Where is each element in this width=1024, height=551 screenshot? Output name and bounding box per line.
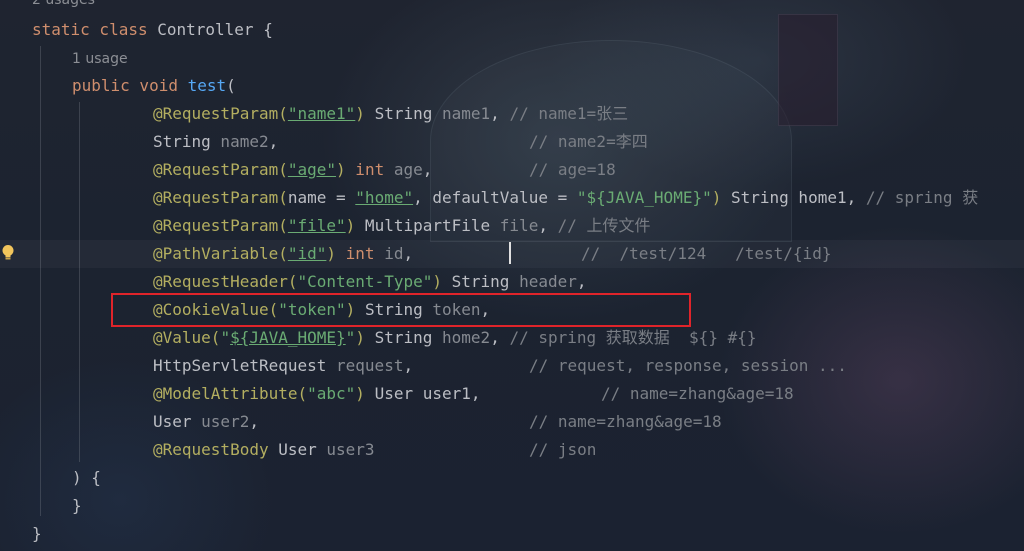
annotation: @PathVariable( — [153, 244, 288, 263]
keyword: public void — [72, 76, 178, 95]
text-caret — [509, 242, 511, 264]
code-line-param-file: @RequestParam("file") MultipartFile file… — [153, 216, 651, 235]
comment: // request, response, session ... — [529, 356, 847, 375]
code-line-method-declaration: public void test( — [72, 76, 236, 95]
comment: // name2=李四 — [529, 132, 648, 151]
code-line-param-user3: @RequestBody User user3// json — [153, 436, 1024, 464]
method-name: test — [187, 76, 227, 95]
code-line-class-declaration: static class Controller { — [32, 16, 1024, 44]
comment: // name=zhang&age=18 — [529, 412, 722, 431]
indent-guide — [40, 46, 41, 516]
code-line-class-close: } — [32, 524, 42, 543]
string-literal: "home" — [355, 188, 414, 207]
indent-guide — [79, 102, 80, 462]
string-literal: "${JAVA_HOME}" — [576, 188, 712, 207]
annotation: @RequestParam( — [153, 188, 288, 207]
comment: // spring 获 — [865, 188, 979, 207]
comment: // name=zhang&age=18 — [601, 384, 794, 403]
code-editor[interactable]: 2 usages static class Controller { 1 usa… — [0, 0, 1024, 551]
code-line-param-id: @PathVariable("id") int id,// /test/124 … — [153, 240, 1024, 268]
string-literal: ${JAVA_HOME} — [230, 328, 346, 347]
comment: // 上传文件 — [557, 216, 651, 235]
string-literal: "age" — [287, 160, 337, 179]
comment: // /test/124 /test/{id} — [581, 244, 832, 263]
code-line-param-name2: String name2,// name2=李四 — [153, 128, 1024, 156]
code-line-param-user1: @ModelAttribute("abc") User user1,// nam… — [153, 380, 1024, 408]
lightbulb-icon[interactable] — [1, 244, 15, 262]
annotation: @Value( — [153, 328, 221, 347]
annotation: @ModelAttribute( — [153, 384, 308, 403]
code-line-param-age: @RequestParam("age") int age,// age=18 — [153, 156, 1024, 184]
comment: // age=18 — [529, 160, 616, 179]
code-line-param-user2: User user2,// name=zhang&age=18 — [153, 408, 1024, 436]
string-literal: "abc" — [307, 384, 356, 403]
annotation: @RequestBody — [153, 440, 269, 459]
usages-hint[interactable]: 2 usages — [32, 0, 1024, 10]
comment: // spring 获取数据 ${} #{} — [509, 328, 757, 347]
annotation: @RequestParam( — [153, 160, 288, 179]
string-literal: "file" — [287, 216, 346, 235]
code-line-param-request: HttpServletRequest request,// request, r… — [153, 352, 1024, 380]
comment: // name1=张三 — [509, 104, 629, 123]
usages-hint[interactable]: 1 usage — [72, 49, 1024, 69]
code-line-method-close: } — [72, 496, 82, 515]
annotation: @RequestHeader( — [153, 272, 298, 291]
code-line-param-home2: @Value("${JAVA_HOME}") String home2, // … — [153, 328, 757, 347]
highlight-annotation-box — [111, 293, 691, 327]
string-literal: "id" — [287, 244, 327, 263]
string-literal: "name1" — [287, 104, 356, 123]
code-line-param-home1: @RequestParam(name = "home", defaultValu… — [153, 188, 979, 207]
comment: // json — [529, 440, 597, 459]
code-line-param-name1: @RequestParam("name1") String name1, // … — [153, 104, 629, 123]
annotation: @RequestParam( — [153, 216, 288, 235]
code-line-method-body-open: ) { — [72, 468, 101, 487]
code-line-param-header: @RequestHeader("Content-Type") String he… — [153, 272, 587, 291]
keyword: static class — [32, 20, 148, 39]
class-name: Controller { — [147, 20, 273, 39]
annotation: @RequestParam( — [153, 104, 288, 123]
string-literal: "Content-Type" — [297, 272, 433, 291]
